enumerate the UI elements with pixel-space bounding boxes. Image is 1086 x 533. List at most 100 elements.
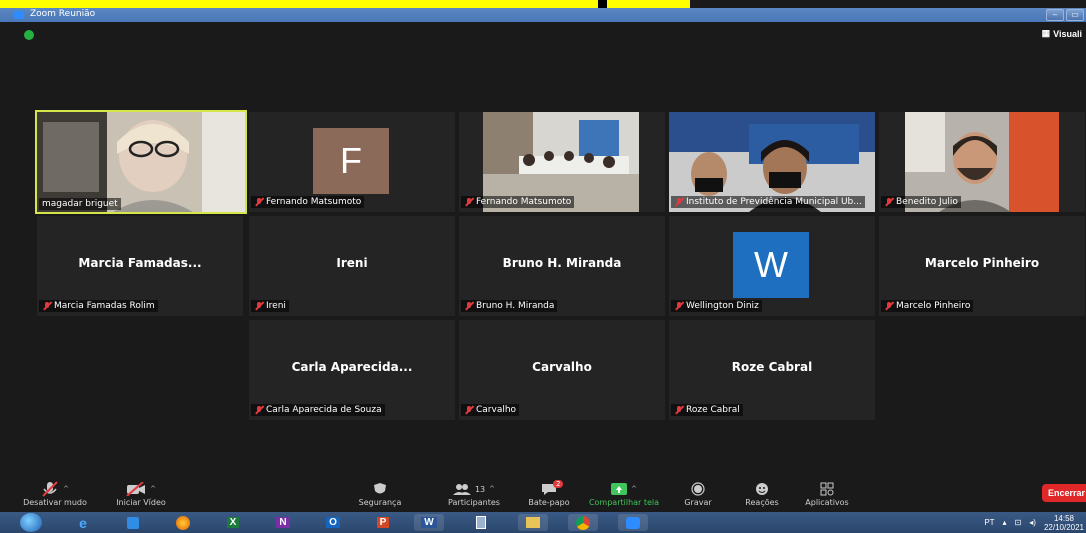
participant-tile[interactable]: Bruno H. Miranda Bruno H. Miranda — [459, 216, 665, 316]
chat-badge: 2 — [553, 480, 564, 488]
internet-explorer-icon[interactable]: e — [68, 514, 98, 531]
participant-tile[interactable]: Benedito Julio — [879, 112, 1085, 212]
participant-name: Benedito Julio — [896, 197, 958, 207]
clock-time: 14:58 — [1053, 513, 1074, 523]
record-button[interactable]: Gravar — [680, 480, 716, 507]
firefox-icon[interactable] — [168, 514, 198, 531]
mic-muted-icon — [884, 197, 894, 207]
participant-tile[interactable]: Marcelo Pinheiro Marcelo Pinheiro — [879, 216, 1085, 316]
chevron-up-icon[interactable]: ^ — [489, 485, 495, 493]
chevron-up-icon[interactable]: ^ — [63, 485, 69, 493]
participant-name-label: Bruno H. Miranda — [461, 300, 558, 312]
participant-tile[interactable]: F Fernando Matsumoto — [249, 112, 455, 212]
yellow-highlight-bar — [0, 0, 598, 8]
onenote-icon[interactable]: N — [268, 514, 298, 531]
yellow-highlight-bar — [607, 0, 690, 8]
grid-icon: ▦ — [1041, 28, 1051, 38]
apps-button[interactable]: Aplicativos — [800, 480, 854, 507]
media-center-icon[interactable] — [118, 514, 148, 531]
participant-name-label: Ireni — [251, 300, 289, 312]
mic-muted-icon — [464, 197, 474, 207]
language-indicator[interactable]: PT — [984, 518, 994, 527]
participant-name: Marcia Famadas Rolim — [54, 301, 155, 311]
participant-name: Ireni — [266, 301, 286, 311]
apps-label: Aplicativos — [805, 498, 849, 507]
chat-label: Bate-papo — [528, 498, 570, 507]
security-label: Segurança — [358, 498, 402, 507]
mic-muted-icon — [674, 405, 684, 415]
word-icon[interactable]: W — [414, 514, 444, 531]
participant-name: Marcelo Pinheiro — [896, 301, 971, 311]
participant-tile[interactable]: Carla Aparecida... Carla Aparecida de So… — [249, 320, 455, 420]
powerpoint-icon[interactable]: P — [368, 514, 398, 531]
excel-icon[interactable]: X — [218, 514, 248, 531]
mic-muted-icon — [42, 481, 58, 497]
participant-name-label: Fernando Matsumoto — [461, 196, 575, 208]
participant-name-label: Marcia Famadas Rolim — [39, 300, 158, 312]
avatar: F — [313, 128, 389, 194]
view-button[interactable]: ▦ Visuali — [1042, 28, 1082, 39]
participant-tile[interactable]: Instituto de Previdência Municipal Ub... — [669, 112, 875, 212]
participant-tile[interactable]: Fernando Matsumoto — [459, 112, 665, 212]
calculator-icon[interactable] — [466, 514, 496, 531]
participant-tile[interactable]: Roze Cabral Roze Cabral — [669, 320, 875, 420]
shield-icon[interactable] — [24, 30, 34, 40]
chevron-up-icon[interactable]: ^ — [631, 485, 637, 493]
participant-display-name: Roze Cabral — [731, 360, 813, 374]
start-video-button[interactable]: ^ Iniciar Vídeo — [110, 480, 172, 507]
participant-display-name: Carvalho — [532, 360, 592, 374]
speaker-icon[interactable]: ◂) — [1029, 518, 1036, 527]
participant-tile[interactable]: Ireni Ireni — [249, 216, 455, 316]
participant-display-name: Ireni — [336, 256, 368, 270]
start-video-label: Iniciar Vídeo — [116, 498, 166, 507]
windows-taskbar: e X N O P W PT ▴ ⊡ ◂) 14:58 22/10/2021 — [0, 512, 1086, 533]
mic-muted-icon — [42, 301, 52, 311]
mic-muted-icon — [674, 301, 684, 311]
participant-tile[interactable]: Marcia Famadas... Marcia Famadas Rolim — [37, 216, 243, 316]
mic-muted-icon — [674, 197, 684, 207]
share-screen-icon — [611, 483, 628, 495]
chevron-up-icon[interactable]: ▴ — [1003, 518, 1007, 527]
smiley-icon — [756, 483, 768, 495]
minimize-button[interactable]: – — [1046, 9, 1064, 21]
participant-name-label: Roze Cabral — [671, 404, 743, 416]
chevron-up-icon[interactable]: ^ — [150, 485, 156, 493]
mic-muted-icon — [254, 197, 264, 207]
file-explorer-icon[interactable] — [518, 514, 548, 531]
zoom-taskbar-icon[interactable] — [618, 514, 648, 531]
participant-display-name: Marcia Famadas... — [78, 256, 202, 270]
participant-tile[interactable]: Carvalho Carvalho — [459, 320, 665, 420]
participant-name: Instituto de Previdência Municipal Ub... — [686, 197, 862, 207]
participant-tile[interactable]: magadar briguet — [35, 110, 247, 214]
participant-name-label: Fernando Matsumoto — [251, 196, 365, 208]
window-titlebar: Zoom Reunião – ▭ — [0, 8, 1086, 22]
network-icon[interactable]: ⊡ — [1015, 518, 1022, 527]
mic-muted-icon — [884, 301, 894, 311]
participants-button[interactable]: 13 ^ Participantes — [434, 480, 514, 507]
participants-icon — [452, 484, 471, 495]
screen: Zoom Reunião – ▭ ▦ Visuali magadar brigu… — [0, 0, 1086, 533]
unmute-label: Desativar mudo — [23, 498, 87, 507]
participant-tile[interactable]: W Wellington Diniz — [669, 216, 875, 316]
participant-name-label: Benedito Julio — [881, 196, 961, 208]
participant-name-label: Carla Aparecida de Souza — [251, 404, 385, 416]
unmute-button[interactable]: ^ Desativar mudo — [20, 480, 90, 507]
mic-muted-icon — [254, 301, 264, 311]
zoom-app-icon — [14, 11, 24, 19]
end-meeting-button[interactable]: Encerrar — [1042, 484, 1086, 502]
system-tray: PT ▴ ⊡ ◂) 14:58 22/10/2021 — [984, 512, 1086, 533]
participant-name-label: Carvalho — [461, 404, 520, 416]
apps-icon — [820, 482, 834, 496]
share-screen-button[interactable]: ^ Compartilhar tela — [584, 480, 664, 507]
chat-button[interactable]: 2 Bate-papo — [522, 480, 576, 507]
chrome-icon[interactable] — [568, 514, 598, 531]
windows-start-button[interactable] — [20, 513, 42, 532]
participant-name-label: Instituto de Previdência Municipal Ub... — [671, 196, 865, 208]
security-button[interactable]: Segurança — [352, 480, 408, 507]
clock[interactable]: 14:58 22/10/2021 — [1044, 514, 1084, 532]
reactions-button[interactable]: Reações — [742, 480, 782, 507]
maximize-button[interactable]: ▭ — [1066, 9, 1084, 21]
participant-display-name: Carla Aparecida... — [291, 360, 413, 374]
outlook-icon[interactable]: O — [318, 514, 348, 531]
record-icon — [691, 482, 705, 496]
